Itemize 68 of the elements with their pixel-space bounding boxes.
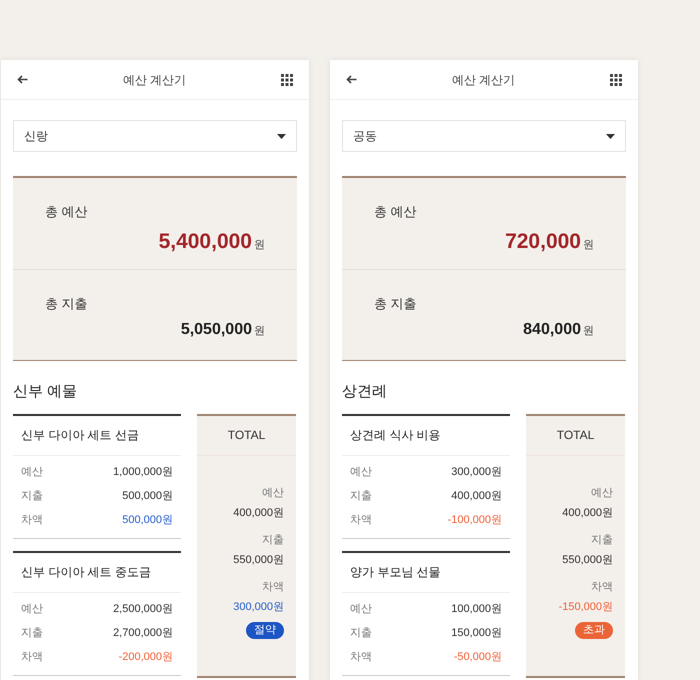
row-label: 차액: [21, 513, 43, 528]
row-value: 1,000,000원: [113, 465, 173, 480]
item-title: 신부 다이아 세트 중도금: [13, 552, 181, 592]
item-title: 양가 부모님 선물: [342, 552, 510, 592]
total-value: 300,000원: [233, 600, 284, 615]
header-title: 예산 계산기: [452, 72, 516, 88]
row-value: -50,000원: [454, 650, 502, 666]
row-value: 400,000원: [451, 489, 502, 504]
summary-label: 총 지출: [45, 295, 89, 313]
total-value: -150,000원: [558, 600, 613, 615]
total-value: 400,000원: [233, 506, 284, 521]
row-value: 300,000원: [451, 465, 502, 480]
row-value: 2,500,000원: [113, 602, 173, 618]
row-label: 지출: [21, 626, 43, 642]
total-label: 예산: [262, 486, 284, 500]
summary-label: 총 지출: [374, 295, 418, 313]
row-label: 지출: [21, 489, 43, 504]
row-label: 예산: [350, 465, 372, 480]
total-heading: TOTAL: [526, 416, 625, 456]
row-value: 500,000원: [122, 513, 173, 528]
row-label: 예산: [21, 465, 43, 480]
total-label: 지출: [591, 532, 613, 548]
row-value: 2,700,000원: [113, 626, 173, 642]
currency-unit: 원: [254, 324, 265, 338]
row-value: 150,000원: [451, 626, 502, 642]
summary-amount: 5,400,000: [158, 228, 252, 254]
item-title: 상견례 식사 비용: [342, 416, 510, 456]
item-title: 신부 다이아 세트 선금: [13, 416, 181, 456]
currency-unit: 원: [254, 238, 265, 252]
row-label: 차액: [21, 650, 43, 666]
row-value: 100,000원: [451, 602, 502, 618]
total-heading: TOTAL: [197, 416, 296, 456]
dropdown-caret-icon: [277, 134, 286, 138]
summary-label: 총 예산: [45, 203, 89, 221]
status-badge: 절약: [246, 622, 284, 638]
currency-unit: 원: [583, 238, 594, 252]
row-label: 예산: [21, 602, 43, 618]
row-value: -200,000원: [118, 650, 173, 666]
total-value: 550,000원: [233, 553, 284, 568]
total-value: 550,000원: [562, 553, 613, 568]
summary-amount: 720,000: [505, 228, 581, 254]
row-label: 지출: [350, 626, 372, 642]
currency-unit: 원: [583, 324, 594, 338]
total-label: 차액: [262, 580, 284, 594]
dropdown-caret-icon: [606, 134, 615, 138]
summary-label: 총 예산: [374, 203, 418, 221]
total-value: 400,000원: [562, 506, 613, 521]
summary-amount: 840,000: [523, 320, 581, 340]
grid-menu-icon[interactable]: [281, 74, 293, 86]
header-title: 예산 계산기: [122, 72, 186, 88]
row-label: 지출: [350, 489, 372, 504]
total-label: 예산: [591, 486, 613, 500]
summary-amount: 5,050,000: [180, 320, 252, 340]
section-title: 상견례: [342, 382, 388, 402]
total-label: 차액: [591, 580, 613, 594]
grid-menu-icon[interactable]: [610, 74, 622, 86]
section-title: 신부 예물: [13, 382, 78, 402]
dropdown-select[interactable]: 신랑: [13, 120, 297, 152]
back-arrow-icon[interactable]: [346, 75, 357, 84]
row-value: -100,000원: [448, 513, 502, 528]
row-value: 500,000원: [122, 489, 173, 504]
status-badge: 초과: [575, 622, 613, 638]
total-label: 지출: [262, 532, 284, 548]
row-label: 예산: [350, 602, 372, 618]
dropdown-select[interactable]: 공동: [342, 120, 626, 152]
row-label: 차액: [350, 650, 372, 666]
row-label: 차액: [350, 513, 372, 528]
back-arrow-icon[interactable]: [17, 75, 28, 84]
